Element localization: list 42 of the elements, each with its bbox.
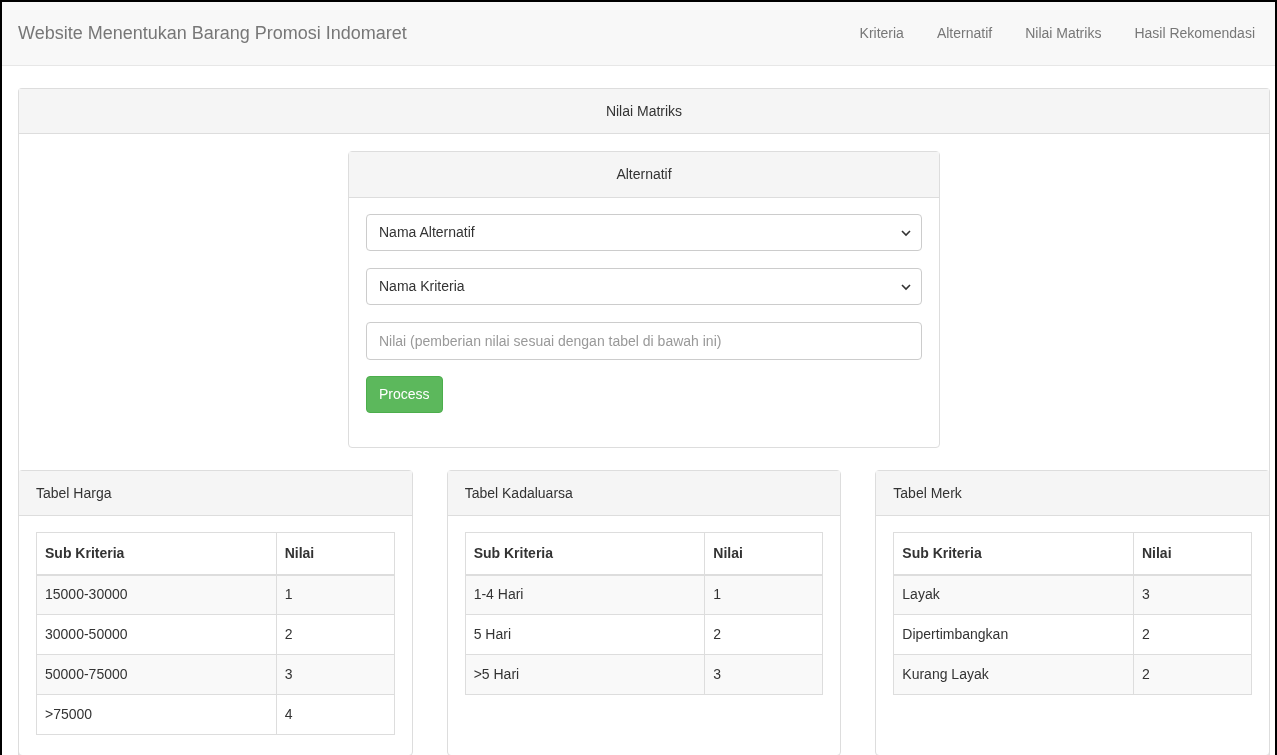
chevron-down-icon (901, 282, 911, 291)
chevron-down-icon (901, 228, 911, 237)
nav-link[interactable]: Alternatif (936, 23, 993, 44)
column-header: Sub Kriteria (465, 532, 705, 575)
table-cell: 1-4 Hari (465, 574, 705, 615)
card-title: Tabel Harga (36, 483, 112, 503)
panel-title: Nilai Matriks (605, 101, 683, 121)
process-button[interactable]: Process (366, 376, 443, 413)
table-cell: 2 (1133, 614, 1252, 655)
table-cell: >5 Hari (465, 654, 705, 695)
column-header: Sub Kriteria (36, 532, 277, 575)
card-title: Tabel Merk (893, 483, 962, 503)
nav-link[interactable]: Kriteria (859, 23, 904, 44)
select-field[interactable]: Nama Alternatif (366, 214, 922, 251)
column-header: Nilai (704, 532, 823, 575)
table-cell: 1 (276, 574, 395, 615)
nav-link[interactable]: Nilai Matriks (1025, 23, 1102, 44)
table-cell: 3 (704, 654, 823, 695)
table-cell: 30000-50000 (36, 614, 277, 655)
table-cell: >75000 (36, 694, 277, 735)
table-cell: 3 (276, 654, 395, 695)
table-cell: 15000-30000 (36, 574, 277, 615)
table-cell: 4 (276, 694, 395, 735)
table-cell: 3 (1133, 574, 1252, 615)
table-cell: Dipertimbangkan (893, 614, 1134, 655)
table-cell: 1 (704, 574, 823, 615)
select-field[interactable]: Nama Kriteria (366, 268, 922, 305)
card-title: Tabel Kadaluarsa (464, 483, 573, 503)
table-cell: 50000-75000 (36, 654, 277, 695)
nav-link[interactable]: Hasil Rekomendasi (1134, 23, 1255, 44)
table-cell: Layak (893, 574, 1134, 615)
site-title[interactable]: Website Menentukan Barang Promosi Indomaret (18, 20, 407, 47)
card-title: Alternatif (616, 165, 672, 184)
table-cell: 2 (276, 614, 395, 655)
column-header: Nilai (1133, 532, 1252, 575)
table-cell: Kurang Layak (893, 654, 1134, 695)
column-header: Sub Kriteria (893, 532, 1134, 575)
table-cell: 2 (704, 614, 823, 655)
table-cell: 5 Hari (465, 614, 705, 655)
column-header: Nilai (276, 532, 395, 575)
table-cell: 2 (1133, 654, 1252, 695)
input-field[interactable]: Nilai (pemberian nilai sesuai dengan tabel di bawah ini) (366, 322, 922, 360)
